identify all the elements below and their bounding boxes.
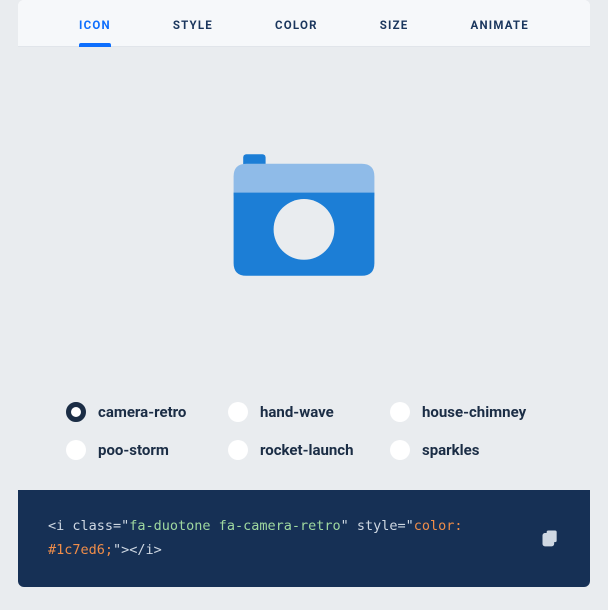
camera-retro-icon (224, 135, 384, 299)
option-label: house-chimney (422, 403, 526, 421)
radio-icon (228, 440, 248, 460)
icon-options: camera-retro hand-wave house-chimney poo… (18, 387, 590, 490)
tab-color[interactable]: COLOR (275, 0, 318, 46)
option-label: camera-retro (98, 403, 186, 421)
option-rocket-launch[interactable]: rocket-launch (228, 440, 380, 460)
tab-bar: ICON STYLE COLOR SIZE ANIMATE (18, 0, 590, 47)
code-text: <i class="fa-duotone fa-camera-retro" st… (48, 514, 540, 563)
option-hand-wave[interactable]: hand-wave (228, 402, 380, 422)
radio-icon (66, 402, 86, 422)
tab-style[interactable]: STYLE (173, 0, 213, 46)
radio-icon (390, 440, 410, 460)
radio-icon (390, 402, 410, 422)
icon-preview-area (18, 47, 590, 387)
option-house-chimney[interactable]: house-chimney (390, 402, 542, 422)
option-sparkles[interactable]: sparkles (390, 440, 542, 460)
radio-icon (228, 402, 248, 422)
tab-animate[interactable]: ANIMATE (471, 0, 529, 46)
option-label: sparkles (422, 441, 479, 459)
option-camera-retro[interactable]: camera-retro (66, 402, 218, 422)
tab-icon[interactable]: ICON (79, 0, 111, 46)
radio-icon (66, 440, 86, 460)
option-label: hand-wave (260, 403, 334, 421)
option-label: rocket-launch (260, 441, 354, 459)
option-poo-storm[interactable]: poo-storm (66, 440, 218, 460)
option-label: poo-storm (98, 441, 169, 459)
code-snippet: <i class="fa-duotone fa-camera-retro" st… (18, 490, 590, 587)
tab-size[interactable]: SIZE (380, 0, 409, 46)
copy-button[interactable] (540, 528, 560, 548)
